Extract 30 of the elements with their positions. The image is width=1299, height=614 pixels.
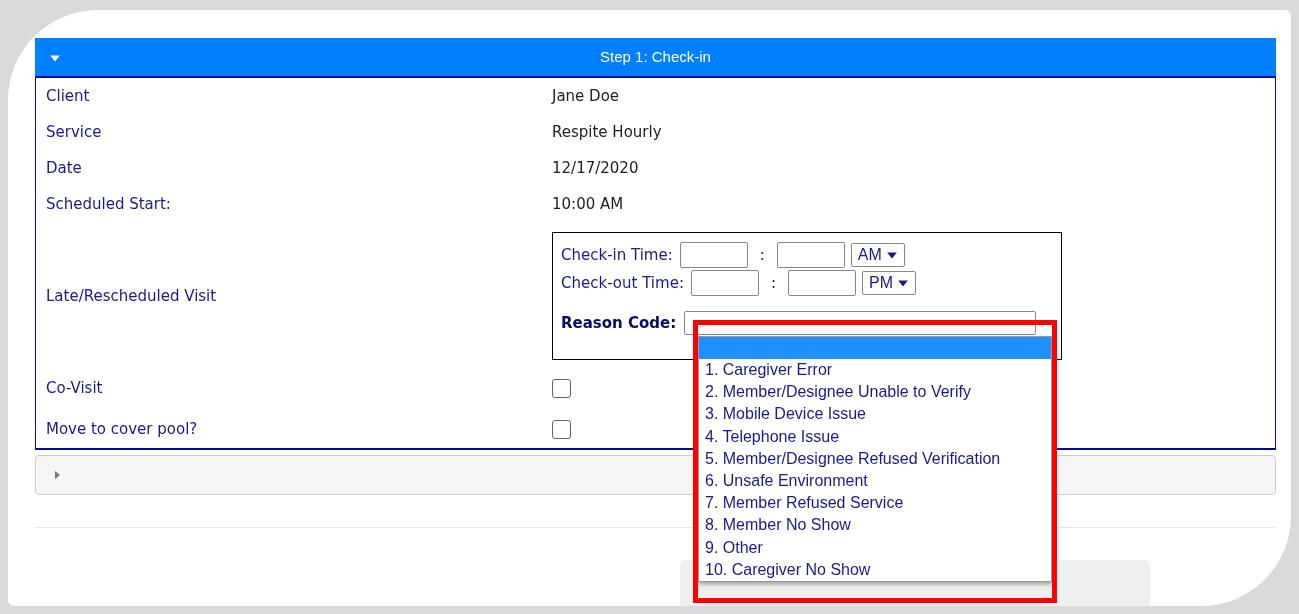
time-separator: : <box>770 272 776 294</box>
dropdown-option[interactable]: 3. Mobile Device Issue <box>699 403 1051 426</box>
reason-label: Reason Code: <box>561 312 677 334</box>
field-label: Scheduled Start: <box>46 193 172 215</box>
dropdown-option[interactable]: 4. Telephone Issue <box>699 425 1051 448</box>
dropdown-option[interactable]: 2. Member/Designee Unable to Verify <box>699 381 1051 404</box>
field-value: Respite Hourly <box>552 121 663 143</box>
dropdown-option[interactable]: 7. Member Refused Service <box>699 492 1051 515</box>
dropdown-option[interactable]: 10. Caregiver No Show <box>699 558 1051 581</box>
dropdown-option[interactable]: 9. Other <box>699 536 1051 559</box>
field-label: Client <box>46 85 91 107</box>
period-select[interactable]: PM <box>862 271 916 295</box>
time-label: Check-out Time: <box>561 272 684 294</box>
checkbox-label: Co-Visit <box>46 378 104 400</box>
field-value: 12/17/2020 <box>552 157 640 179</box>
dropdown-option[interactable]: 1. Caregiver Error <box>699 359 1051 382</box>
period-select[interactable]: AM <box>850 243 905 267</box>
field-label: Late/Rescheduled Visit <box>46 285 218 307</box>
section-title: Step 1: Check-in <box>600 46 711 67</box>
field-label: Date <box>46 157 83 179</box>
dropdown-option[interactable]: 8. Member No Show <box>699 514 1051 537</box>
section-header[interactable]: Step 1: Check-in <box>35 38 1276 78</box>
dropdown-option[interactable]: 5. Member/Designee Refused Verification <box>699 447 1051 470</box>
field-value: Jane Doe <box>552 85 621 107</box>
time-separator: : <box>759 244 765 266</box>
time-label: Check-in Time: <box>561 244 673 266</box>
field-value: 10:00 AM <box>552 193 625 215</box>
checkbox-label: Move to cover pool? <box>46 419 199 441</box>
dropdown-option[interactable]: 6. Unsafe Environment <box>699 469 1051 493</box>
field-label: Service <box>46 121 103 143</box>
